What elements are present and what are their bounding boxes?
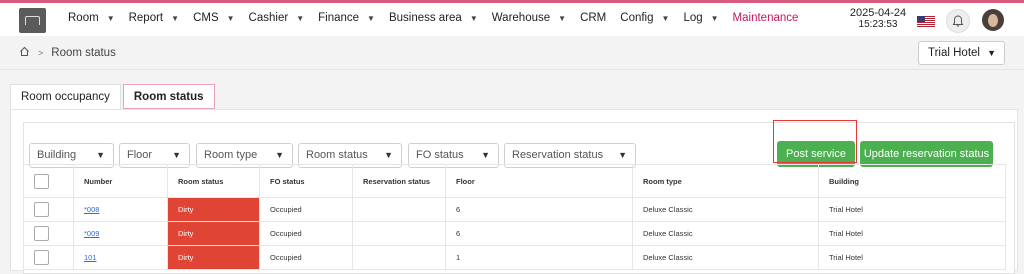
col-building[interactable]: Building [818,164,1006,198]
chevron-down-icon: ▼ [106,13,115,23]
nav-room[interactable]: Room ▼ [68,12,115,24]
room-status-cell: Dirty [167,221,260,246]
nav-config[interactable]: Config ▼ [620,12,669,24]
app-logo[interactable] [19,8,46,33]
col-room-status[interactable]: Room status [167,164,260,198]
room-number-link[interactable]: *009 [84,229,99,238]
col-fo-status[interactable]: FO status [259,164,353,198]
room-number-cell: *008 [73,197,168,222]
room-status-cell: Dirty [167,197,260,222]
room-number-cell: *009 [73,221,168,246]
nav-report[interactable]: Report ▼ [129,12,179,24]
main-menu: Room ▼ Report ▼ CMS ▼ Cashier ▼ Finance ▼ Bus… [68,12,812,24]
row-select-cell [23,197,74,222]
home-icon[interactable] [19,46,30,60]
room-type-cell: Deluxe Classic [632,221,819,246]
select-all-cell [23,164,74,198]
current-date: 2025-04-24 [849,7,907,19]
floor-cell: 6 [445,221,633,246]
row-select-cell [23,221,74,246]
chevron-down-icon: ▼ [171,13,180,23]
reservation-status-cell [352,221,446,246]
highlight-outline [773,120,857,163]
chevron-down-icon: ▼ [661,13,670,23]
tab-bar: Room occupancy Room status [10,84,215,109]
room-type-cell: Deluxe Classic [632,197,819,222]
building-cell: Trial Hotel [818,197,1006,222]
table-header-row: Number Room status FO status Reservation… [23,164,1006,198]
us-flag-icon[interactable] [917,15,935,27]
select-all-checkbox[interactable] [34,173,49,189]
row-checkbox[interactable] [34,226,49,241]
chevron-down-icon: ▼ [987,48,996,58]
nav-business-area[interactable]: Business area ▼ [389,12,478,24]
breadcrumb: > Room status [19,46,116,60]
nav-maintenance[interactable]: Maintenance [733,12,799,24]
chevron-down-icon: ▼ [469,13,478,23]
row-checkbox[interactable] [34,202,49,217]
chevron-right-icon: > [38,48,44,58]
nav-log[interactable]: Log ▼ [683,12,718,24]
chevron-down-icon: ▼ [367,13,375,23]
nav-cms[interactable]: CMS ▼ [193,12,234,24]
building-cell: Trial Hotel [818,221,1006,246]
user-avatar[interactable] [982,9,1004,31]
table-row[interactable]: *008 Dirty Occupied 6 Deluxe Classic Tri… [23,197,1006,222]
hotel-select[interactable]: Trial Hotel ▼ [918,41,1005,65]
table-row[interactable]: *009 Dirty Occupied 6 Deluxe Classic Tri… [23,221,1006,246]
top-navigation-bar: Room ▼ Report ▼ CMS ▼ Cashier ▼ Finance ▼ Bus… [0,0,1024,36]
chevron-down-icon: ▼ [226,13,235,23]
col-reservation-status[interactable]: Reservation status [352,164,446,198]
chevron-down-icon: ▼ [296,13,305,23]
breadcrumb-bar: > Room status [0,36,1024,70]
floor-cell: 6 [445,197,633,222]
breadcrumb-current: Room status [51,47,116,59]
col-number[interactable]: Number [73,164,168,198]
current-time: 15:23:53 [858,19,898,30]
chevron-down-icon: ▼ [710,13,719,23]
room-number-link[interactable]: *008 [84,205,99,214]
tab-room-occupancy[interactable]: Room occupancy [10,84,121,109]
reservation-status-cell [352,197,446,222]
tab-room-status[interactable]: Room status [122,84,215,109]
nav-crm[interactable]: CRM [580,12,606,24]
nav-warehouse[interactable]: Warehouse ▼ [492,12,566,24]
chevron-down-icon: ▼ [558,13,567,23]
fo-status-cell: Occupied [259,197,353,222]
nav-finance[interactable]: Finance ▼ [318,12,375,24]
col-room-type[interactable]: Room type [632,164,819,198]
nav-cashier[interactable]: Cashier ▼ [249,12,305,24]
room-status-table: Number Room status FO status Reservation… [23,164,1006,270]
col-floor[interactable]: Floor [445,164,633,198]
notification-bell-icon[interactable] [946,9,970,33]
fo-status-cell: Occupied [259,221,353,246]
clock: 2025-04-24 15:23:53 [846,7,910,31]
